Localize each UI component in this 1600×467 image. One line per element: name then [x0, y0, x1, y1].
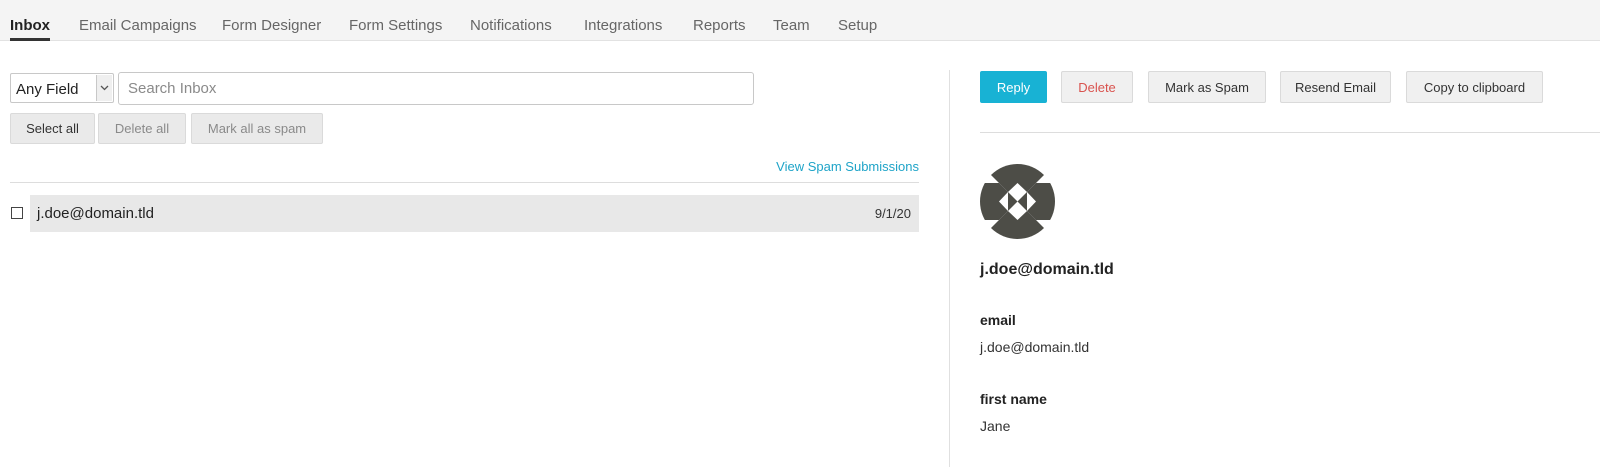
divider: [980, 132, 1600, 133]
resend-email-button[interactable]: Resend Email: [1280, 71, 1391, 103]
search-input[interactable]: [118, 72, 754, 105]
avatar: [980, 164, 1055, 239]
field-value-email: j.doe@domain.tld: [980, 339, 1090, 355]
reply-button[interactable]: Reply: [980, 71, 1047, 103]
top-nav: Inbox Email Campaigns Form Designer Form…: [0, 0, 1600, 41]
view-spam-link[interactable]: View Spam Submissions: [776, 159, 919, 174]
tab-form-settings[interactable]: Form Settings: [349, 17, 442, 34]
tab-inbox[interactable]: Inbox: [10, 17, 50, 34]
field-value-first-name: Jane: [980, 418, 1011, 434]
mark-all-spam-button[interactable]: Mark all as spam: [191, 113, 323, 144]
submission-title: j.doe@domain.tld: [980, 261, 1114, 278]
delete-all-button[interactable]: Delete all: [98, 113, 186, 144]
field-label-first-name: first name: [980, 391, 1047, 407]
chevron-down-icon[interactable]: [96, 75, 112, 101]
identicon-icon: [980, 164, 1055, 239]
field-select-value: Any Field: [16, 81, 79, 98]
row-email: j.doe@domain.tld: [37, 205, 154, 222]
tab-reports[interactable]: Reports: [693, 17, 746, 34]
row-checkbox[interactable]: [11, 207, 23, 219]
copy-to-clipboard-button[interactable]: Copy to clipboard: [1406, 71, 1543, 103]
divider: [10, 182, 919, 183]
tab-team[interactable]: Team: [773, 17, 810, 34]
pane-splitter: [949, 70, 950, 467]
tab-setup[interactable]: Setup: [838, 17, 877, 34]
select-all-button[interactable]: Select all: [10, 113, 95, 144]
inbox-row[interactable]: j.doe@domain.tld 9/1/20: [30, 195, 919, 232]
tab-integrations[interactable]: Integrations: [584, 17, 662, 34]
tab-notifications[interactable]: Notifications: [470, 17, 552, 34]
delete-button[interactable]: Delete: [1061, 71, 1133, 103]
field-label-email: email: [980, 312, 1016, 328]
tab-email-campaigns[interactable]: Email Campaigns: [79, 17, 197, 34]
mark-spam-button[interactable]: Mark as Spam: [1148, 71, 1266, 103]
active-tab-indicator: [10, 38, 50, 41]
field-select[interactable]: Any Field: [10, 73, 114, 103]
row-date: 9/1/20: [874, 206, 911, 221]
tab-form-designer[interactable]: Form Designer: [222, 17, 321, 34]
